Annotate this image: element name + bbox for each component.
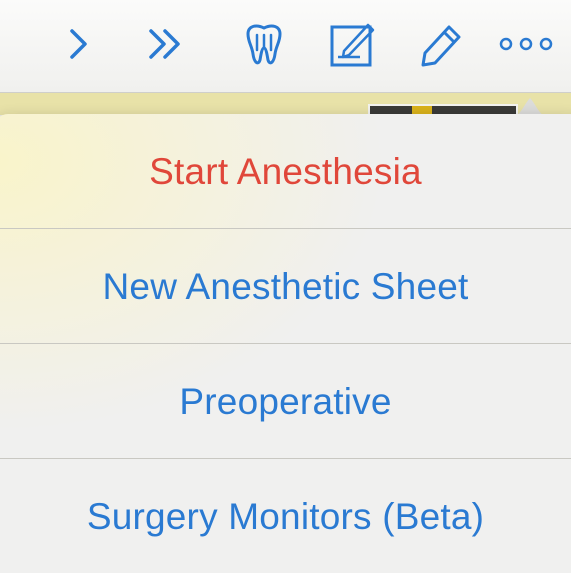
preoperative-button[interactable]: Preoperative bbox=[0, 344, 571, 459]
dental-chart-button[interactable] bbox=[236, 16, 292, 72]
new-anesthetic-sheet-button[interactable]: New Anesthetic Sheet bbox=[0, 229, 571, 344]
tooth-icon bbox=[240, 20, 288, 68]
pencil-icon bbox=[415, 19, 465, 69]
start-anesthesia-button[interactable]: Start Anesthesia bbox=[0, 114, 571, 229]
chevron-right-icon bbox=[63, 27, 93, 61]
next-button[interactable] bbox=[50, 16, 106, 72]
edit-button[interactable] bbox=[412, 16, 468, 72]
more-button[interactable] bbox=[499, 16, 557, 72]
surgery-monitors-button[interactable]: Surgery Monitors (Beta) bbox=[0, 459, 571, 573]
skip-forward-button[interactable] bbox=[138, 16, 194, 72]
actions-popover: Start Anesthesia New Anesthetic Sheet Pr… bbox=[0, 114, 571, 573]
double-chevron-right-icon bbox=[146, 27, 186, 61]
more-icon bbox=[499, 34, 557, 54]
notes-button[interactable] bbox=[325, 16, 381, 72]
compose-icon bbox=[328, 19, 378, 69]
toolbar bbox=[0, 0, 571, 93]
